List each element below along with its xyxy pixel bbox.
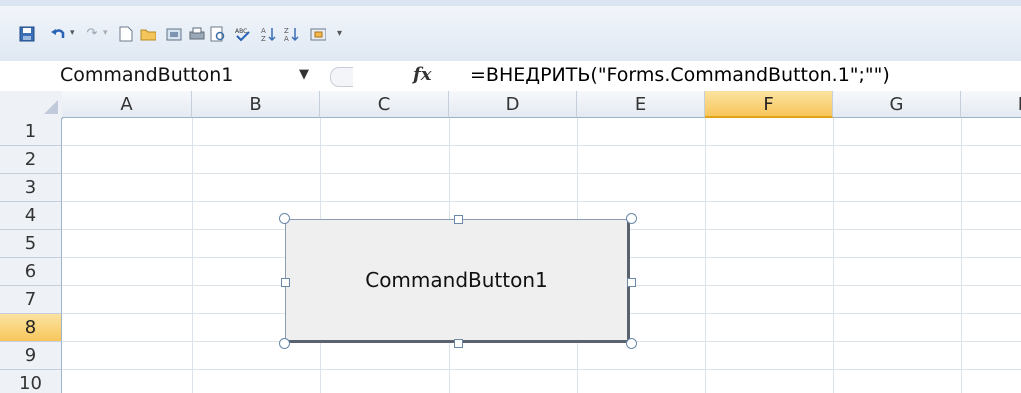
open-folder-icon[interactable]	[140, 26, 156, 42]
customize-toolbar-icon[interactable]: ▾	[337, 28, 342, 39]
formula-input[interactable]: =ВНЕДРИТЬ("Forms.CommandButton.1";"")	[470, 63, 890, 87]
resize-handle-bottom-right[interactable]	[626, 338, 637, 349]
command-button[interactable]: CommandButton1	[285, 219, 630, 343]
grid-line	[705, 118, 706, 393]
export-icon[interactable]	[166, 26, 182, 42]
select-all-button[interactable]	[0, 91, 63, 119]
row-header-7[interactable]: 7	[0, 286, 62, 314]
save-icon[interactable]	[19, 26, 35, 42]
svg-text:A: A	[284, 35, 289, 42]
row-header-5[interactable]: 5	[0, 230, 62, 258]
resize-handle-bottom-left[interactable]	[279, 338, 290, 349]
formula-bar-grip[interactable]	[330, 67, 353, 87]
grid-line	[62, 369, 1021, 370]
name-box[interactable]: CommandButton1 ▼	[44, 63, 334, 87]
column-header-d[interactable]: D	[449, 91, 577, 118]
column-header-f[interactable]: F	[705, 91, 833, 118]
sort-ascending-icon[interactable]: AZ	[261, 26, 277, 42]
ribbon-edge	[0, 0, 1021, 6]
column-header-g[interactable]: G	[833, 91, 961, 118]
design-mode-icon[interactable]	[310, 26, 326, 42]
svg-text:Z: Z	[284, 27, 289, 35]
svg-text:A: A	[261, 27, 266, 35]
quick-access-toolbar: ▾ ↷ ▾ ABC AZ ZA ▾	[0, 0, 1021, 62]
spelling-icon[interactable]: ABC	[234, 26, 250, 42]
row-header-9[interactable]: 9	[0, 342, 62, 370]
grid-line	[62, 173, 1021, 174]
resize-handle-right[interactable]	[627, 278, 636, 287]
redo-icon[interactable]: ↷	[84, 26, 100, 42]
resize-handle-top[interactable]	[454, 215, 463, 224]
column-header-b[interactable]: B	[192, 91, 320, 118]
row-header-10[interactable]: 10	[0, 370, 62, 393]
name-box-dropdown-icon[interactable]: ▼	[299, 63, 309, 87]
print-preview-icon[interactable]	[210, 26, 226, 42]
formula-bar: CommandButton1 ▼ fx =ВНЕДРИТЬ("Forms.Com…	[0, 61, 1021, 92]
row-header-6[interactable]: 6	[0, 258, 62, 286]
redo-dropdown-icon[interactable]: ▾	[103, 28, 108, 38]
column-header-a[interactable]: A	[62, 91, 192, 118]
grid-line	[833, 118, 834, 393]
resize-handle-top-left[interactable]	[279, 213, 290, 224]
grid-line	[62, 145, 1021, 146]
column-header-e[interactable]: E	[577, 91, 705, 118]
column-header-h[interactable]: H	[961, 91, 1021, 118]
svg-text:Z: Z	[261, 35, 266, 42]
resize-handle-left[interactable]	[281, 278, 290, 287]
svg-text:ABC: ABC	[235, 28, 247, 35]
undo-icon[interactable]	[50, 26, 66, 42]
name-box-value: CommandButton1	[60, 64, 234, 86]
row-header-8[interactable]: 8	[0, 314, 62, 342]
new-document-icon[interactable]	[118, 26, 134, 42]
row-header-4[interactable]: 4	[0, 202, 62, 230]
undo-dropdown-icon[interactable]: ▾	[70, 28, 75, 38]
print-icon[interactable]	[189, 26, 205, 42]
column-header-c[interactable]: C	[320, 91, 449, 118]
row-header-1[interactable]: 1	[0, 118, 62, 146]
sort-descending-icon[interactable]: ZA	[284, 26, 300, 42]
grid-line	[192, 118, 193, 393]
row-header-2[interactable]: 2	[0, 146, 62, 174]
insert-function-icon[interactable]: fx	[413, 64, 431, 85]
grid-line	[62, 201, 1021, 202]
grid-line	[961, 118, 962, 393]
resize-handle-top-right[interactable]	[626, 213, 637, 224]
row-header-3[interactable]: 3	[0, 174, 62, 202]
resize-handle-bottom[interactable]	[454, 339, 463, 348]
